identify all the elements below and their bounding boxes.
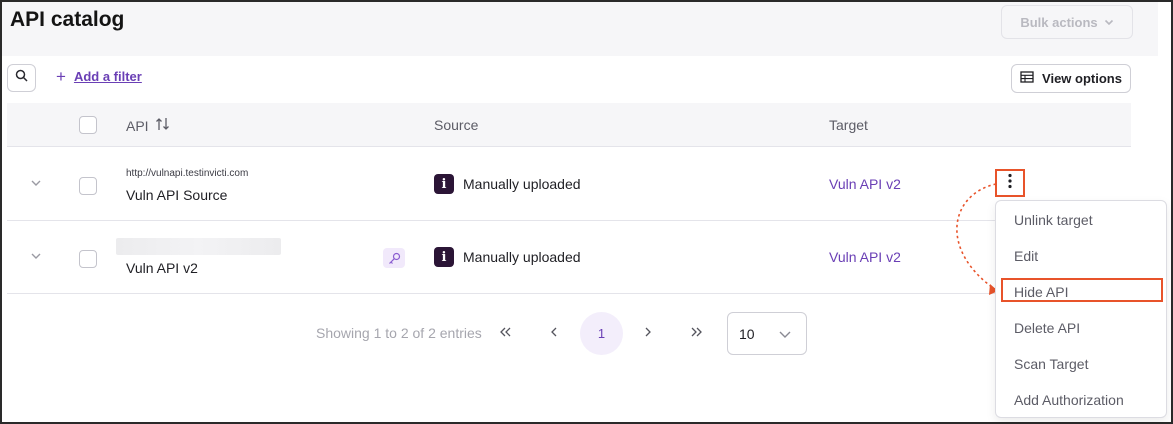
column-header-target: Target [829, 117, 868, 133]
table-header: API Source Target [7, 103, 1131, 147]
per-page-select[interactable]: 10 [727, 312, 807, 355]
api-url: http://vulnapi.testinvicti.com [126, 168, 249, 179]
row-actions-menu: Unlink target Edit Hide API Delete API S… [995, 200, 1167, 418]
key-icon[interactable] [383, 248, 405, 268]
add-filter-link[interactable]: + Add a filter [56, 68, 142, 85]
page-header: API catalog Bulk actions [2, 2, 1158, 56]
info-icon: i [434, 174, 454, 194]
menu-item-scan-target[interactable]: Scan Target [1014, 356, 1088, 372]
source-label: Manually uploaded [463, 249, 581, 265]
target-link[interactable]: Vuln API v2 [829, 176, 901, 192]
source-label: Manually uploaded [463, 176, 581, 192]
per-page-value: 10 [739, 326, 755, 342]
menu-item-unlink-target[interactable]: Unlink target [1014, 212, 1093, 228]
page-title: API catalog [10, 8, 125, 31]
chevron-down-icon[interactable] [29, 249, 43, 263]
menu-item-edit[interactable]: Edit [1014, 248, 1038, 264]
sort-icon[interactable] [155, 117, 171, 134]
first-page-button[interactable] [494, 320, 518, 344]
api-name[interactable]: Vuln API v2 [126, 260, 198, 276]
search-icon [15, 69, 28, 87]
info-icon: i [434, 247, 454, 267]
more-vertical-icon [1008, 173, 1012, 194]
menu-item-delete-api[interactable]: Delete API [1014, 320, 1080, 336]
column-header-api[interactable]: API [126, 117, 171, 134]
chevron-down-icon [1104, 15, 1114, 30]
row-checkbox[interactable] [79, 250, 97, 268]
chevron-down-icon [778, 327, 792, 346]
add-filter-label: Add a filter [73, 69, 142, 84]
plus-icon: + [56, 67, 66, 86]
next-page-button[interactable] [636, 320, 660, 344]
bulk-actions-label: Bulk actions [1020, 14, 1098, 30]
target-link[interactable]: Vuln API v2 [829, 249, 901, 265]
column-header-api-label: API [126, 117, 149, 134]
prev-page-button[interactable] [542, 320, 566, 344]
view-options-label: View options [1042, 71, 1122, 86]
pagination-summary: Showing 1 to 2 of 2 entries [316, 325, 482, 341]
current-page[interactable]: 1 [580, 312, 623, 355]
api-name[interactable]: Vuln API Source [126, 187, 227, 203]
redacted-url [116, 238, 281, 255]
highlight-box [1001, 278, 1163, 302]
column-header-source: Source [434, 117, 479, 133]
menu-item-add-authorization[interactable]: Add Authorization [1014, 392, 1124, 408]
search-button[interactable] [7, 64, 36, 92]
select-all-checkbox[interactable] [79, 116, 97, 134]
bulk-actions-button[interactable]: Bulk actions [1001, 5, 1133, 39]
view-options-button[interactable]: View options [1011, 64, 1131, 93]
row-checkbox[interactable] [79, 177, 97, 195]
table-icon [1020, 71, 1034, 86]
last-page-button[interactable] [684, 320, 708, 344]
chevron-down-icon[interactable] [29, 176, 43, 190]
